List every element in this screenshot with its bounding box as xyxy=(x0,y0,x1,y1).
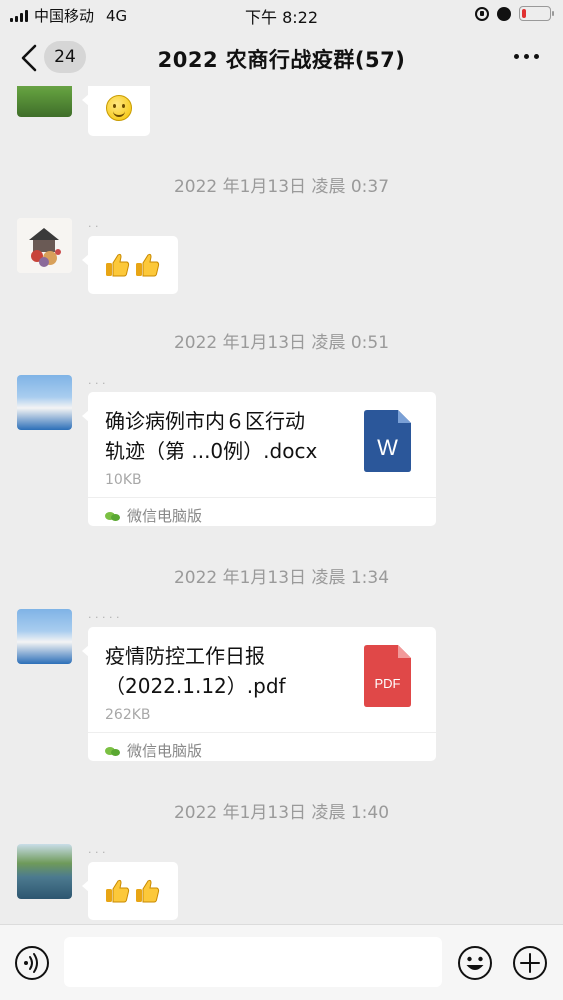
avatar[interactable] xyxy=(17,86,72,117)
message-input[interactable] xyxy=(64,937,442,987)
file-name: 确诊病例市内６区行动 轨迹（第 ...0例）.docx xyxy=(105,409,318,463)
chat-title: 2022 农商行战疫群(57) xyxy=(157,48,406,72)
avatar[interactable] xyxy=(17,609,72,664)
thumbs-up-icon xyxy=(136,879,160,903)
sender-name: · · · xyxy=(88,846,106,859)
voice-icon[interactable] xyxy=(14,945,50,981)
thumbs-up-icon xyxy=(106,879,130,903)
wechat-icon xyxy=(105,745,121,757)
file-name: 疫情防控工作日报 （2022.1.12）.pdf xyxy=(105,644,286,698)
alarm-icon xyxy=(497,6,511,21)
svg-text:W: W xyxy=(377,435,398,460)
timestamp: 2022 年1月13日 凌晨 1:34 xyxy=(173,568,390,588)
smile-icon xyxy=(106,95,132,121)
divider xyxy=(88,497,436,498)
sender-name: · · · · · xyxy=(88,611,120,624)
file-size: 262KB xyxy=(105,707,151,723)
emoji-message-bubble[interactable] xyxy=(82,86,150,136)
avatar[interactable] xyxy=(17,844,72,899)
file-source: 微信电脑版 xyxy=(105,505,202,526)
divider xyxy=(88,732,436,733)
timestamp: 2022 年1月13日 凌晨 0:37 xyxy=(173,177,390,197)
file-source: 微信电脑版 xyxy=(105,740,202,761)
sender-name: · · xyxy=(88,220,99,233)
wechat-icon xyxy=(105,510,121,522)
file-size: 10KB xyxy=(105,472,142,488)
plus-icon[interactable] xyxy=(512,945,548,981)
emoji-message-bubble[interactable] xyxy=(82,236,178,294)
thumbs-up-icon xyxy=(106,253,130,277)
avatar[interactable] xyxy=(17,375,72,430)
emoji-message-bubble[interactable] xyxy=(82,862,178,920)
pdf-file-icon: PDF xyxy=(364,645,411,707)
message-list[interactable]: 2022 年1月13日 凌晨 0:37 · · 2022 年1月13日 凌晨 0… xyxy=(0,86,563,924)
input-bar xyxy=(0,924,563,1000)
avatar[interactable] xyxy=(17,218,72,273)
file-message-bubble[interactable]: 疫情防控工作日报 （2022.1.12）.pdf 262KB PDF 微信电脑版 xyxy=(82,627,436,761)
emoji-icon[interactable] xyxy=(457,945,493,981)
battery-level xyxy=(522,9,526,18)
sender-name: · · · xyxy=(88,377,106,390)
rotation-lock-icon xyxy=(475,6,489,21)
avatar-illustration-icon xyxy=(17,218,72,273)
timestamp: 2022 年1月13日 凌晨 1:40 xyxy=(173,803,390,823)
file-message-bubble[interactable]: 确诊病例市内６区行动 轨迹（第 ...0例）.docx 10KB W 微信电脑版 xyxy=(82,392,436,526)
thumbs-up-icon xyxy=(136,253,160,277)
timestamp: 2022 年1月13日 凌晨 0:51 xyxy=(173,333,390,353)
svg-text:PDF: PDF xyxy=(375,676,401,691)
word-file-icon: W xyxy=(364,410,411,472)
chat-header: 24 2022 农商行战疫群(57) xyxy=(0,30,563,86)
status-bar: 中国移动 4G 下午 8:22 xyxy=(0,0,563,30)
battery-icon xyxy=(519,6,554,21)
more-dots-icon[interactable] xyxy=(514,54,539,59)
